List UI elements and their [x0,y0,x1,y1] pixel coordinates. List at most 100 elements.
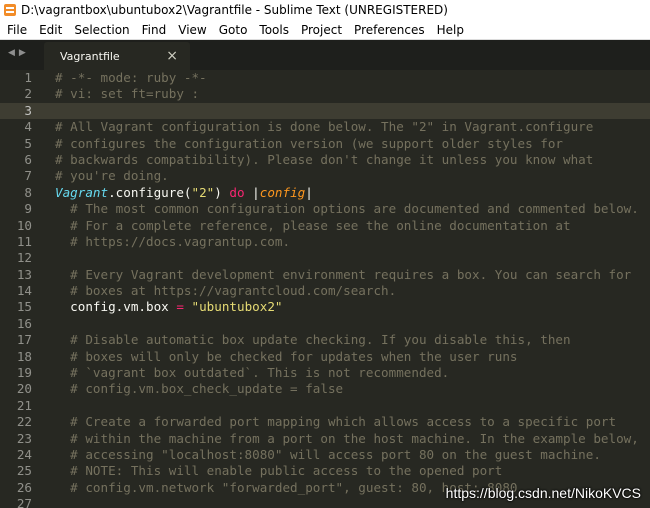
close-icon[interactable]: × [166,49,178,63]
code-token-comment: # `vagrant box outdated`. This is not re… [55,365,450,381]
tab-prev-icon[interactable]: ◀ [8,48,15,58]
line-number: 24 [16,446,32,462]
menu-preferences[interactable]: Preferences [348,23,431,37]
line-number: 4 [24,119,32,135]
line-number: 16 [16,315,32,331]
code-line[interactable]: 25 # NOTE: This will enable public acces… [0,463,650,479]
line-number: 3 [24,102,32,118]
line-number: 20 [16,381,32,397]
code-token-comment: # boxes at https://vagrantcloud.com/sear… [55,283,397,299]
line-number: 27 [16,496,32,508]
code-token-class: Vagrant [55,184,109,200]
line-number: 7 [24,168,32,184]
code-line[interactable]: 5 # configures the configuration version … [0,136,650,152]
code-line[interactable]: 1 # -*- mode: ruby -*- [0,70,650,86]
code-token-comment: # config.vm.box_check_update = false [55,381,344,397]
code-text: # Create a forwarded port mapping which … [55,414,616,430]
tab-label: Vagrantfile [60,49,120,63]
code-text: # NOTE: This will enable public access t… [55,463,502,479]
menu-help[interactable]: Help [431,23,470,37]
code-text: # All Vagrant configuration is done belo… [55,119,593,135]
menu-edit[interactable]: Edit [33,23,68,37]
line-number: 9 [24,201,32,217]
code-text: # Disable automatic box update checking.… [55,332,570,348]
code-text: # The most common configuration options … [55,201,639,217]
code-line[interactable]: 17 # Disable automatic box update checki… [0,332,650,348]
line-number: 8 [24,184,32,200]
code-editor[interactable]: 1 # -*- mode: ruby -*- 2 # vi: set ft=ruby … [0,70,650,508]
code-line[interactable]: 13 # Every Vagrant development environme… [0,267,650,283]
code-text: # -*- mode: ruby -*- [55,70,207,86]
code-line[interactable]: 4 # All Vagrant configuration is done bel… [0,119,650,135]
code-token-comment: # NOTE: This will enable public access t… [55,463,503,479]
code-line[interactable]: 22 # Create a forwarded port mapping whi… [0,414,650,430]
menu-bar: File Edit Selection Find View Goto Tools Projec… [0,20,650,40]
code-line[interactable]: 2 # vi: set ft=ruby : [0,86,650,102]
code-line[interactable]: 19 # `vagrant box outdated`. This is not… [0,365,650,381]
sublime-text-icon [4,4,16,16]
code-line[interactable]: 8 Vagrant.configure("2") do |config| [0,185,650,201]
tab-next-icon[interactable]: ▶ [19,48,26,58]
code-text: # configures the configuration version (… [55,136,563,152]
code-text: # backwards compatibility). Please don't… [55,152,593,168]
code-line[interactable]: 7 # you're doing. [0,168,650,184]
code-token-comment: # The most common configuration options … [55,201,639,217]
line-number: 5 [24,135,32,151]
code-token-comment: # -*- mode: ruby -*- [55,70,207,85]
window-title: D:\vagrantbox\ubuntubox2\Vagrantfile - S… [21,3,448,17]
code-line[interactable]: 12 [0,250,650,266]
code-line[interactable]: 15 config.vm.box = "ubuntubox2" [0,299,650,315]
code-token-comment: # All Vagrant configuration is done belo… [55,119,594,135]
code-line[interactable]: 6 # backwards compatibility). Please don'… [0,152,650,168]
menu-tools[interactable]: Tools [253,23,295,37]
code-line[interactable]: 20 # config.vm.box_check_update = false [0,381,650,397]
code-line[interactable]: 14 # boxes at https://vagrantcloud.com/s… [0,283,650,299]
code-text: # https://docs.vagrantup.com. [55,234,290,250]
menu-selection[interactable]: Selection [68,23,135,37]
tab-vagrantfile[interactable]: Vagrantfile × [44,42,190,70]
menu-goto[interactable]: Goto [213,23,254,37]
code-line[interactable]: 21 [0,398,650,414]
code-token-comment: # https://docs.vagrantup.com. [55,233,291,249]
line-number: 19 [16,365,32,381]
watermark: https://blog.csdn.net/NikoKVCS [445,485,641,501]
menu-find[interactable]: Find [136,23,173,37]
code-text: # For a complete reference, please see t… [55,218,570,234]
line-number: 12 [16,250,32,266]
code-token-plain: .configure( [108,184,192,200]
code-line[interactable]: 10 # For a complete reference, please se… [0,218,650,234]
code-text: # boxes will only be checked for updates… [55,349,517,365]
code-line[interactable]: 23 # within the machine from a port on t… [0,431,650,447]
code-line[interactable]: 11 # https://docs.vagrantup.com. [0,234,650,250]
line-number: 6 [24,151,32,167]
line-number: 2 [24,86,32,102]
code-token-keyword: = [176,299,184,315]
code-text: # `vagrant box outdated`. This is not re… [55,365,449,381]
code-text: config.vm.box = "ubuntubox2" [55,299,282,315]
line-number: 22 [16,414,32,430]
tab-bar: ◀ ▶ Vagrantfile × [0,40,650,70]
menu-file[interactable]: File [0,23,33,37]
code-token-comment: # Create a forwarded port mapping which … [55,414,617,430]
code-text: # you're doing. [55,168,169,184]
code-line[interactable]: 3 [0,102,650,120]
code-text: Vagrant.configure("2") do |config| [55,185,313,201]
tab-nav-arrows: ◀ ▶ [8,48,26,58]
code-text: # accessing "localhost:8080" will access… [55,447,601,463]
menu-view[interactable]: View [172,23,212,37]
line-number: 14 [16,283,32,299]
code-text: # config.vm.box_check_update = false [55,381,343,397]
code-text: # Every Vagrant development environment … [55,267,631,283]
code-line[interactable]: 18 # boxes will only be checked for upda… [0,349,650,365]
line-number: 21 [16,397,32,413]
code-token-plain: config.vm.box [55,299,177,315]
code-token-plain: ) [214,184,230,200]
code-line[interactable]: 9 # The most common configuration option… [0,201,650,217]
line-number: 11 [16,233,32,249]
code-line[interactable]: 24 # accessing "localhost:8080" will acc… [0,447,650,463]
code-token-comment: # configures the configuration version (… [55,135,563,151]
code-token-comment: # within the machine from a port on the … [55,430,639,446]
menu-project[interactable]: Project [295,23,348,37]
code-line[interactable]: 16 [0,316,650,332]
